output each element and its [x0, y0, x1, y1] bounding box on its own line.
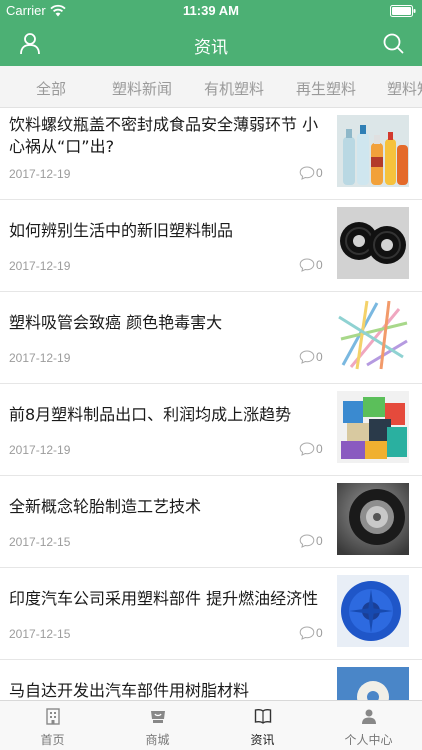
comment-count: 0	[299, 350, 323, 364]
fan-image	[337, 575, 409, 647]
shop-icon	[151, 711, 165, 723]
article-title: 如何辨别生活中的新旧塑料制品	[9, 221, 234, 240]
tab-news[interactable]: 资讯	[210, 701, 315, 750]
article-date: 2017-12-19	[9, 167, 71, 181]
bottles-image	[337, 115, 409, 187]
list-item[interactable]: 如何辨别生活中的新旧塑料制品 2017-12-19 0	[0, 200, 422, 292]
list-item[interactable]: 前8月塑料制品出口、利润均成上涨趋势 2017-12-19 0	[0, 384, 422, 476]
comment-count: 0	[299, 534, 323, 548]
article-date: 2017-12-15	[9, 535, 71, 549]
list-item[interactable]: 马自达开发出汽车部件用树脂材料	[0, 660, 422, 700]
tab-shop[interactable]: 商城	[105, 701, 210, 750]
list-item[interactable]: 全新概念轮胎制造工艺技术 2017-12-15 0	[0, 476, 422, 568]
tab-all[interactable]: 全部	[36, 78, 66, 99]
comment-icon	[299, 534, 315, 548]
comment-count-value: 0	[316, 534, 323, 548]
article-title: 饮料螺纹瓶盖不密封成食品安全薄弱环节 小心祸从“口”出?	[9, 115, 319, 156]
tab-profile[interactable]: 个人中心	[316, 701, 421, 750]
straws-image	[337, 299, 409, 371]
comment-icon	[299, 442, 315, 456]
comment-icon	[299, 350, 315, 364]
tire-image	[337, 483, 409, 555]
comment-count: 0	[299, 626, 323, 640]
article-title: 马自达开发出汽车部件用树脂材料	[9, 681, 250, 700]
nav-bar: 资讯	[0, 22, 422, 66]
list-item[interactable]: 塑料吸管会致癌 颜色艳毒害大 2017-12-19 0	[0, 292, 422, 384]
comment-count: 0	[299, 166, 323, 180]
page-title: 资讯	[194, 38, 228, 58]
comment-count-value: 0	[316, 350, 323, 364]
article-date: 2017-12-19	[9, 443, 71, 457]
comment-icon	[299, 166, 315, 180]
article-date: 2017-12-15	[9, 627, 71, 641]
blocks-image	[337, 391, 409, 463]
tab-plastic-news[interactable]: 塑料新闻	[112, 78, 172, 99]
tab-label: 首页	[40, 733, 65, 747]
comment-count: 0	[299, 258, 323, 272]
comment-count-value: 0	[316, 166, 323, 180]
article-title: 印度汽车公司采用塑料部件 提升燃油经济性	[9, 589, 319, 608]
reels-image	[337, 207, 409, 279]
resin-part-image	[337, 667, 409, 700]
tab-home[interactable]: 首页	[0, 701, 105, 750]
person-icon	[362, 709, 376, 724]
tab-plastic-knowledge[interactable]: 塑料知	[387, 78, 422, 99]
tab-label: 资讯	[250, 733, 275, 747]
article-list: 饮料螺纹瓶盖不密封成食品安全薄弱环节 小心祸从“口”出? 2017-12-19 …	[0, 108, 422, 700]
book-icon	[254, 709, 272, 724]
comment-icon	[299, 626, 315, 640]
comment-count-value: 0	[316, 442, 323, 456]
search-icon[interactable]	[382, 32, 404, 54]
article-title: 塑料吸管会致癌 颜色艳毒害大	[9, 313, 223, 332]
comment-count-value: 0	[316, 258, 323, 272]
comment-count: 0	[299, 442, 323, 456]
list-item[interactable]: 印度汽车公司采用塑料部件 提升燃油经济性 2017-12-15 0	[0, 568, 422, 660]
category-tabs: 全部 塑料新闻 有机塑料 再生塑料 塑料知	[0, 66, 422, 108]
clock: 11:39 AM	[183, 3, 239, 18]
comment-icon	[299, 258, 315, 272]
article-date: 2017-12-19	[9, 259, 71, 273]
tab-organic-plastic[interactable]: 有机塑料	[204, 78, 264, 99]
tab-recycled-plastic[interactable]: 再生塑料	[296, 78, 356, 99]
tab-label: 个人中心	[344, 733, 393, 747]
article-date: 2017-12-19	[9, 351, 71, 365]
building-icon	[46, 708, 60, 725]
tab-label: 商城	[145, 733, 170, 747]
status-bar: Carrier 11:39 AM	[0, 0, 422, 22]
list-item[interactable]: 饮料螺纹瓶盖不密封成食品安全薄弱环节 小心祸从“口”出? 2017-12-19 …	[0, 108, 422, 200]
comment-count-value: 0	[316, 626, 323, 640]
battery-icon	[390, 5, 416, 17]
bottom-tab-bar: 首页 商城 资讯 个人中心	[0, 700, 422, 750]
article-title: 全新概念轮胎制造工艺技术	[9, 497, 202, 516]
article-title: 前8月塑料制品出口、利润均成上涨趋势	[9, 405, 292, 424]
